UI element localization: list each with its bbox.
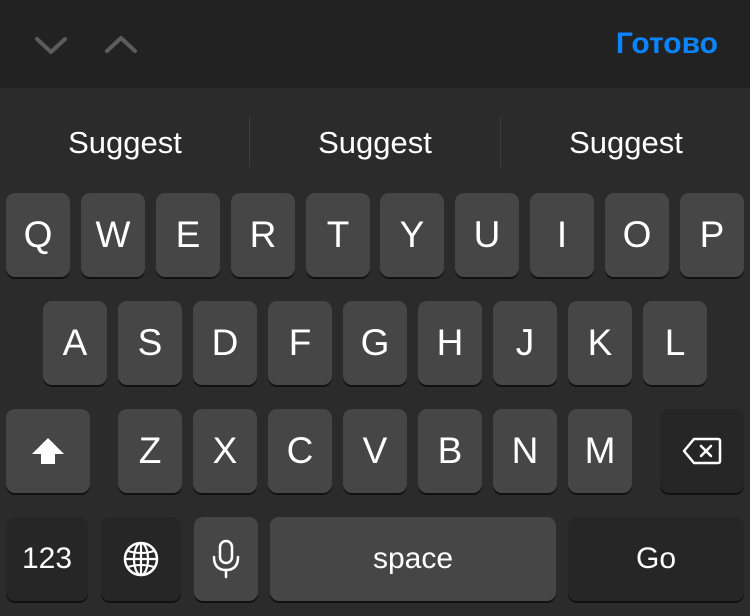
key-a[interactable]: A: [43, 301, 107, 385]
globe-key[interactable]: [101, 517, 181, 601]
numbers-key[interactable]: 123: [6, 517, 88, 601]
key-c[interactable]: C: [268, 409, 332, 493]
previous-field-button[interactable]: [31, 28, 71, 62]
suggestion-2[interactable]: Suggest: [250, 112, 500, 174]
backspace-icon: [682, 437, 722, 465]
key-l[interactable]: L: [643, 301, 707, 385]
key-y[interactable]: Y: [380, 193, 444, 277]
key-n[interactable]: N: [493, 409, 557, 493]
go-key[interactable]: Go: [568, 517, 744, 601]
key-h[interactable]: H: [418, 301, 482, 385]
dictation-key[interactable]: [194, 517, 258, 601]
key-r[interactable]: R: [231, 193, 295, 277]
done-button[interactable]: Готово: [616, 24, 718, 64]
suggestion-3[interactable]: Suggest: [501, 112, 750, 174]
key-w[interactable]: W: [81, 193, 145, 277]
key-i[interactable]: I: [530, 193, 594, 277]
backspace-key[interactable]: [660, 409, 744, 493]
key-d[interactable]: D: [193, 301, 257, 385]
key-b[interactable]: B: [418, 409, 482, 493]
space-key[interactable]: space: [270, 517, 556, 601]
key-j[interactable]: J: [493, 301, 557, 385]
key-x[interactable]: X: [193, 409, 257, 493]
chevron-down-icon: [35, 37, 67, 54]
shift-icon: [32, 438, 64, 464]
globe-icon: [123, 541, 159, 577]
key-g[interactable]: G: [343, 301, 407, 385]
key-f[interactable]: F: [268, 301, 332, 385]
keyboard-toolbar: Готово: [0, 0, 750, 88]
key-v[interactable]: V: [343, 409, 407, 493]
key-z[interactable]: Z: [118, 409, 182, 493]
key-m[interactable]: M: [568, 409, 632, 493]
key-e[interactable]: E: [156, 193, 220, 277]
key-p[interactable]: P: [680, 193, 744, 277]
next-field-button[interactable]: [101, 28, 141, 62]
chevron-up-icon: [105, 36, 137, 53]
key-t[interactable]: T: [306, 193, 370, 277]
key-o[interactable]: O: [605, 193, 669, 277]
microphone-icon: [212, 539, 240, 579]
key-k[interactable]: K: [568, 301, 632, 385]
shift-key[interactable]: [6, 409, 90, 493]
key-u[interactable]: U: [455, 193, 519, 277]
key-q[interactable]: Q: [6, 193, 70, 277]
key-s[interactable]: S: [118, 301, 182, 385]
suggestion-1[interactable]: Suggest: [0, 112, 250, 174]
